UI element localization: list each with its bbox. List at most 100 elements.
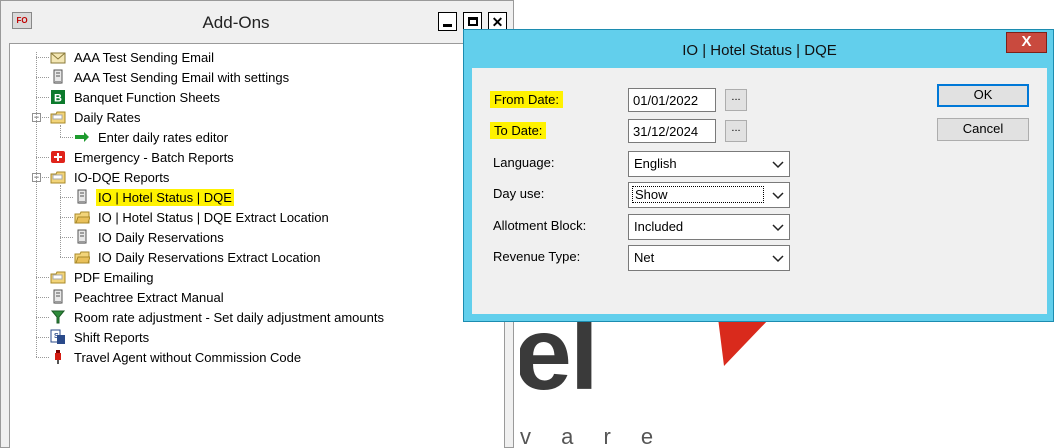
svg-text:S: S (54, 333, 59, 340)
allotment-label: Allotment Block: (493, 218, 587, 233)
tree-connector (36, 157, 49, 158)
folder-open-icon (74, 249, 91, 265)
revenue-type-select[interactable]: Net (628, 245, 790, 271)
from-date-input[interactable] (628, 88, 716, 112)
language-label: Language: (493, 155, 555, 170)
tree-connector (60, 197, 73, 198)
folder-icon (50, 269, 66, 285)
tree-connector (36, 337, 49, 338)
tree-connector (36, 317, 49, 318)
folder-open-icon (74, 209, 91, 225)
tree-connector (36, 357, 49, 358)
tree-item-label: PDF Emailing (74, 269, 154, 285)
tree-item-label: Shift Reports (74, 329, 150, 345)
addons-titlebar: FO Add-Ons ✕ (1, 1, 513, 43)
tree-item[interactable]: S Shift Reports (50, 327, 151, 347)
minimize-button[interactable] (438, 12, 457, 31)
tree-guide (60, 185, 61, 257)
tree-item-label: IO Daily Reservations Extract Location (98, 249, 321, 265)
tree-item[interactable]: B Banquet Function Sheets (50, 87, 222, 107)
revenue-type-value: Net (634, 250, 655, 265)
tree-item-label: AAA Test Sending Email (74, 49, 214, 65)
tree-connector (60, 217, 73, 218)
minimize-icon (443, 24, 452, 27)
allotment-value: Included (634, 219, 684, 234)
day-use-value: Show (632, 186, 764, 203)
tree-item[interactable]: Enter daily rates editor (74, 127, 230, 147)
tree-connector (36, 97, 49, 98)
from-date-label: From Date: (490, 91, 564, 108)
tree-item[interactable]: IO | Hotel Status | DQE (74, 187, 234, 207)
tree-item[interactable]: Daily Rates (50, 107, 142, 127)
tree-item-label: Travel Agent without Commission Code (74, 349, 302, 365)
language-value: English (634, 156, 677, 171)
tree-connector (36, 297, 49, 298)
tree-guide (60, 125, 61, 137)
tree-item[interactable]: AAA Test Sending Email with settings (50, 67, 291, 87)
tree-item-label: IO-DQE Reports (74, 169, 170, 185)
tree-connector (60, 237, 73, 238)
dialog-body: From Date: ... To Date: ... Language: En… (472, 68, 1047, 314)
envelope-icon (50, 49, 66, 65)
allotment-select[interactable]: Included (628, 214, 790, 240)
tree-item-label: AAA Test Sending Email with settings (74, 69, 290, 85)
tree-item[interactable]: PDF Emailing (50, 267, 155, 287)
maximize-icon (467, 17, 478, 26)
chevron-down-icon (772, 192, 784, 200)
tree-connector (36, 57, 49, 58)
tree-connector (36, 77, 49, 78)
to-date-label: To Date: (490, 122, 547, 139)
tree-item[interactable]: IO | Hotel Status | DQE Extract Location (74, 207, 331, 227)
tree-item-label: Emergency - Batch Reports (74, 149, 234, 165)
tree-item-label: Room rate adjustment - Set daily adjustm… (74, 309, 384, 325)
tree-item[interactable]: IO Daily Reservations (74, 227, 226, 247)
tree-item[interactable]: Room rate adjustment - Set daily adjustm… (50, 307, 386, 327)
to-date-input[interactable] (628, 119, 716, 143)
tree-item-label: IO | Hotel Status | DQE (96, 188, 234, 206)
tree-item-label: IO | Hotel Status | DQE Extract Location (98, 209, 329, 225)
logo-tagline: v a r e (520, 424, 666, 448)
svg-text:B: B (54, 93, 62, 105)
green-arrow-icon (74, 129, 90, 145)
tree-guide (36, 52, 37, 357)
addons-window: FO Add-Ons ✕ AAA Test Sending Email AAA T… (0, 0, 514, 448)
tree-item[interactable]: IO-DQE Reports (50, 167, 171, 187)
report-icon (50, 69, 66, 85)
b-badge-icon: B (50, 89, 66, 105)
chevron-down-icon (772, 161, 784, 169)
cancel-button[interactable]: Cancel (937, 118, 1029, 141)
tree-item-label: Peachtree Extract Manual (74, 289, 224, 305)
from-date-picker-button[interactable]: ... (725, 89, 747, 111)
chevron-down-icon (772, 255, 784, 263)
close-icon: ✕ (491, 13, 504, 30)
day-use-select[interactable]: Show (628, 182, 790, 208)
red-cross-icon (50, 149, 66, 165)
to-date-picker-button[interactable]: ... (725, 120, 747, 142)
addons-tree: AAA Test Sending Email AAA Test Sending E… (9, 43, 505, 448)
tree-item-label: Enter daily rates editor (98, 129, 229, 145)
tree-item[interactable]: Emergency - Batch Reports (50, 147, 236, 167)
window-title: Add-Ons (202, 13, 270, 32)
tree-item[interactable]: Travel Agent without Commission Code (50, 347, 303, 367)
red-pin-icon (50, 349, 66, 365)
funnel-icon (50, 309, 66, 325)
tree-item-label: Banquet Function Sheets (74, 89, 220, 105)
chevron-down-icon (772, 224, 784, 232)
report-icon (50, 289, 66, 305)
tree-item[interactable]: Peachtree Extract Manual (50, 287, 226, 307)
tree-item-label: Daily Rates (74, 109, 141, 125)
tree-item[interactable]: IO Daily Reservations Extract Location (74, 247, 323, 267)
report-icon (74, 229, 90, 245)
logo-red-check-icon (718, 318, 770, 366)
folder-icon (50, 169, 66, 185)
tree-connector (60, 257, 73, 258)
tree-item[interactable]: AAA Test Sending Email (50, 47, 216, 67)
report-dialog: IO | Hotel Status | DQE X From Date: ...… (463, 29, 1054, 322)
tree-connector (36, 277, 49, 278)
language-select[interactable]: English (628, 151, 790, 177)
dialog-close-button[interactable]: X (1006, 32, 1047, 53)
tree-item-label: IO Daily Reservations (98, 229, 224, 245)
tree-connector (60, 137, 73, 138)
ok-button[interactable]: OK (937, 84, 1029, 107)
report-icon (74, 189, 90, 205)
